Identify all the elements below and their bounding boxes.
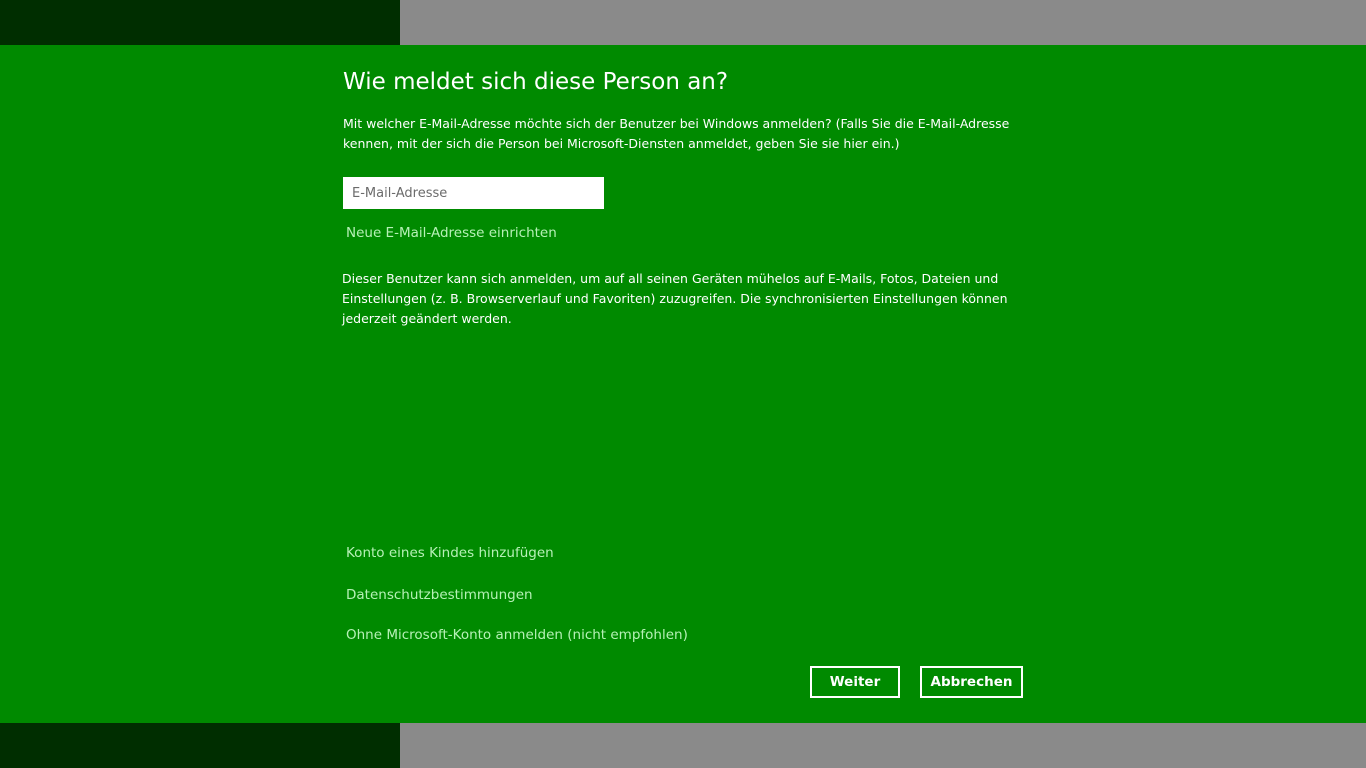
screen: Wie meldet sich diese Person an? Mit wel… — [0, 0, 1366, 768]
backdrop-right-bottom — [400, 723, 1366, 768]
cancel-button[interactable]: Abbrechen — [920, 666, 1023, 698]
email-field[interactable] — [343, 177, 604, 209]
dialog-title: Wie meldet sich diese Person an? — [343, 69, 729, 95]
intro-text: Mit welcher E-Mail-Adresse möchte sich d… — [343, 116, 1010, 151]
new-email-link[interactable]: Neue E-Mail-Adresse einrichten — [346, 225, 557, 241]
local-account-link[interactable]: Ohne Microsoft-Konto anmelden (nicht emp… — [346, 627, 688, 643]
add-child-account-link[interactable]: Konto eines Kindes hinzufügen — [346, 545, 554, 561]
sync-info-text: Dieser Benutzer kann sich anmelden, um a… — [342, 271, 1008, 326]
backdrop-left-bottom — [0, 723, 400, 768]
add-user-dialog: Wie meldet sich diese Person an? Mit wel… — [0, 45, 1366, 723]
backdrop-right-top — [400, 0, 1366, 45]
privacy-statement-link[interactable]: Datenschutzbestimmungen — [346, 587, 533, 603]
backdrop-left-top — [0, 0, 400, 45]
next-button[interactable]: Weiter — [810, 666, 900, 698]
